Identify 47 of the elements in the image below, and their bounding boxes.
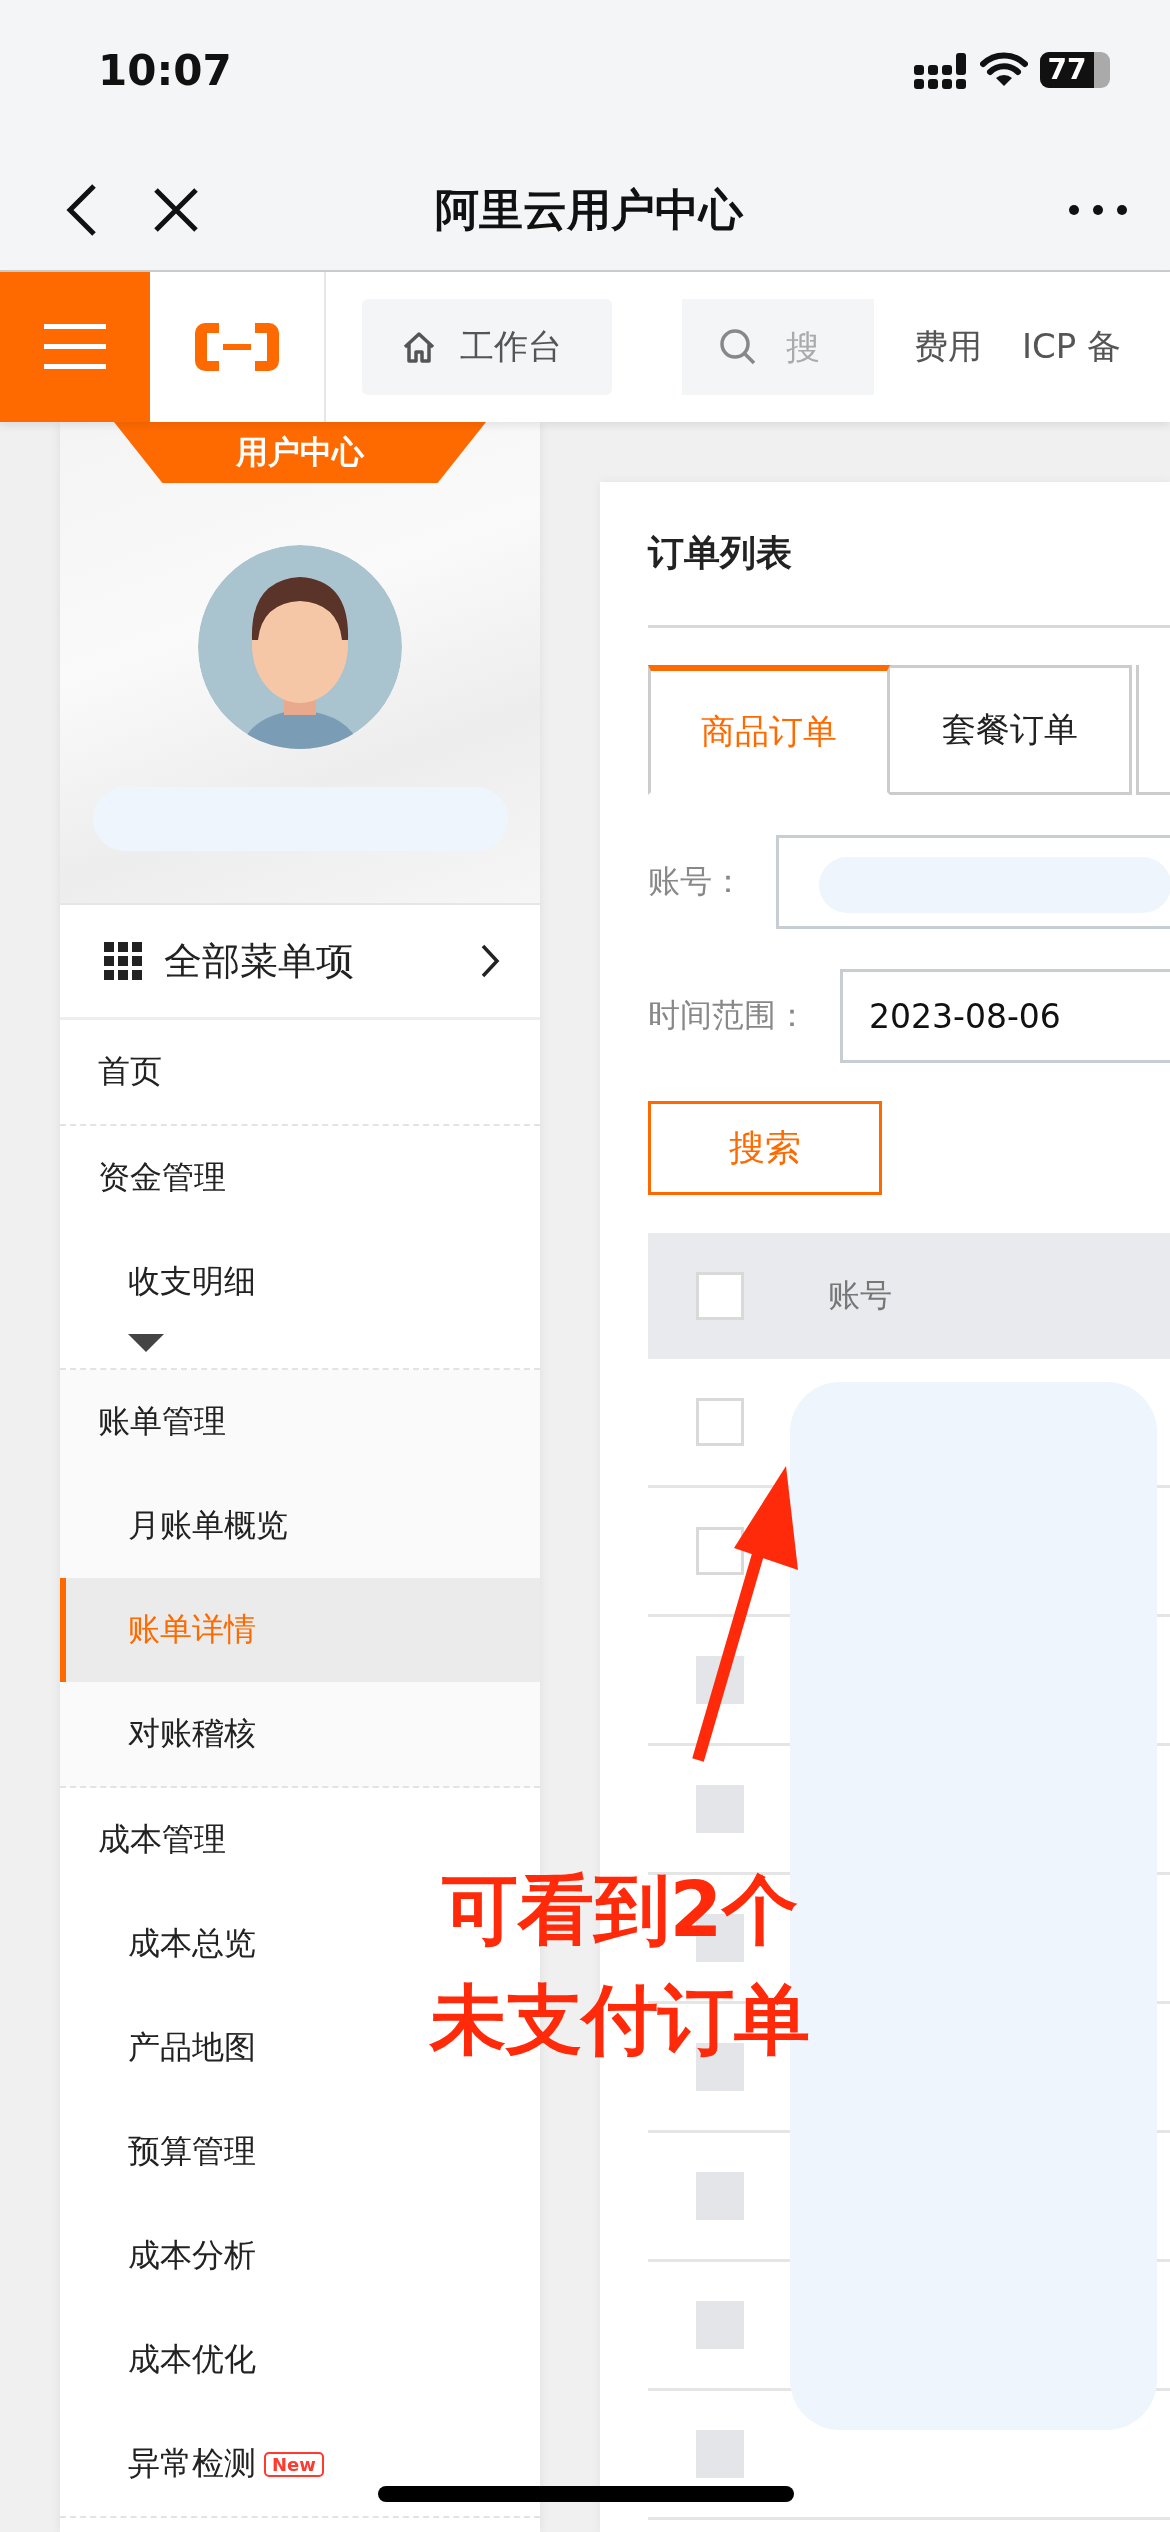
submenu-item[interactable]: 成本分析 bbox=[128, 2234, 256, 2278]
search-icon bbox=[718, 327, 758, 367]
new-badge: New bbox=[264, 2451, 324, 2477]
wifi-icon bbox=[980, 52, 1028, 88]
checkbox[interactable] bbox=[696, 1398, 744, 1446]
submenu-item[interactable]: 对账稽核 bbox=[128, 1712, 256, 1756]
annotation-text: 可看到2个 bbox=[441, 1864, 799, 1956]
input-field[interactable]: 2023-08-06 bbox=[840, 969, 1170, 1063]
more-icon[interactable] bbox=[1068, 204, 1128, 216]
submenu-item[interactable]: 产品地图 bbox=[128, 2026, 256, 2070]
nav-link[interactable]: ICP 备 bbox=[1022, 324, 1122, 370]
field-label: 账号： bbox=[648, 861, 744, 902]
menu-icon bbox=[44, 324, 106, 370]
avatar-icon bbox=[198, 545, 402, 749]
submenu-item[interactable]: 预算管理 bbox=[128, 2130, 256, 2174]
checkbox[interactable] bbox=[696, 1272, 744, 1320]
page-title: 阿里云用户中心 bbox=[434, 182, 745, 237]
expand-triangle-icon[interactable] bbox=[128, 1334, 164, 1352]
status-time: 10:07 bbox=[98, 45, 232, 95]
user-center-ribbon: 用户中心 bbox=[114, 422, 486, 483]
annotation-text: 未支付订单 bbox=[430, 1974, 810, 2066]
menu-item[interactable]: 资金管理 bbox=[60, 1126, 540, 1230]
chevron-right-icon bbox=[480, 943, 500, 979]
menu-item[interactable]: 首页 bbox=[60, 1020, 540, 1124]
column-header: 账号 bbox=[828, 1275, 892, 1316]
home-icon bbox=[402, 331, 436, 363]
search-field[interactable]: 搜 bbox=[682, 299, 874, 395]
all-menu-item[interactable]: 全部菜单项 bbox=[60, 905, 540, 1020]
submenu-item[interactable]: 成本优化 bbox=[128, 2338, 256, 2382]
tab[interactable]: 套餐订单 bbox=[890, 665, 1132, 795]
checkbox[interactable] bbox=[696, 1527, 744, 1575]
nav-link[interactable]: 费用 bbox=[914, 324, 982, 370]
input-field[interactable] bbox=[776, 835, 1170, 929]
workbench-button[interactable]: 工作台 bbox=[362, 299, 612, 395]
menu-item[interactable]: 账单管理 bbox=[60, 1370, 540, 1474]
menu-button[interactable] bbox=[0, 272, 150, 422]
submenu-item[interactable]: 收支明细 bbox=[128, 1260, 256, 1304]
grid-icon bbox=[104, 942, 142, 980]
battery-icon: 77 bbox=[1040, 52, 1110, 88]
close-icon[interactable] bbox=[152, 186, 200, 234]
all-menu-label: 全部菜单项 bbox=[164, 937, 355, 985]
submenu-item[interactable]: 成本总览 bbox=[128, 1922, 256, 1966]
panel-title: 订单列表 bbox=[648, 531, 792, 575]
submenu-item[interactable]: 异常检测 bbox=[128, 2442, 256, 2486]
field-label: 时间范围： bbox=[648, 995, 808, 1036]
submenu-item[interactable]: 月账单概览 bbox=[128, 1504, 288, 1548]
signal-icon bbox=[914, 51, 968, 89]
